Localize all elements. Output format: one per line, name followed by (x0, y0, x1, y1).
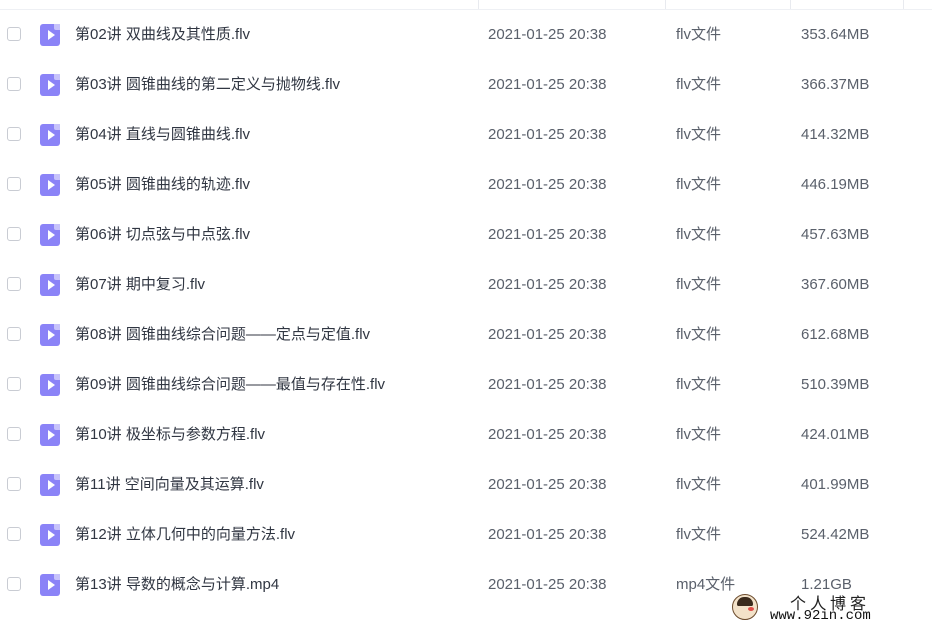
video-file-icon (40, 474, 60, 496)
row-checkbox[interactable] (7, 427, 21, 441)
file-row[interactable]: 第02讲 双曲线及其性质.flv 2021-01-25 20:38 flv文件 … (0, 10, 932, 60)
file-name[interactable]: 第03讲 圆锥曲线的第二定义与抛物线.flv (75, 75, 340, 95)
row-checkbox[interactable] (7, 527, 21, 541)
file-size: 401.99MB (801, 476, 870, 493)
file-date: 2021-01-25 20:38 (488, 576, 607, 593)
file-row[interactable]: 第08讲 圆锥曲线综合问题——定点与定值.flv 2021-01-25 20:3… (0, 310, 932, 360)
file-row[interactable]: 第10讲 极坐标与参数方程.flv 2021-01-25 20:38 flv文件… (0, 410, 932, 460)
file-type: flv文件 (676, 176, 722, 193)
file-type: flv文件 (676, 376, 722, 393)
file-name[interactable]: 第09讲 圆锥曲线综合问题——最值与存在性.flv (75, 375, 385, 395)
file-type: flv文件 (676, 526, 722, 543)
column-divider[interactable] (790, 0, 791, 9)
file-size: 353.64MB (801, 26, 870, 43)
file-row[interactable]: 第12讲 立体几何中的向量方法.flv 2021-01-25 20:38 flv… (0, 510, 932, 560)
video-file-icon (40, 574, 60, 596)
file-date: 2021-01-25 20:38 (488, 276, 607, 293)
file-size: 424.01MB (801, 426, 870, 443)
video-file-icon (40, 324, 60, 346)
row-checkbox[interactable] (7, 127, 21, 141)
file-name[interactable]: 第12讲 立体几何中的向量方法.flv (75, 525, 295, 545)
row-checkbox[interactable] (7, 77, 21, 91)
file-name[interactable]: 第13讲 导数的概念与计算.mp4 (75, 575, 279, 595)
file-row[interactable]: 第06讲 切点弦与中点弦.flv 2021-01-25 20:38 flv文件 … (0, 210, 932, 260)
file-name[interactable]: 第10讲 极坐标与参数方程.flv (75, 425, 265, 445)
row-checkbox[interactable] (7, 477, 21, 491)
row-checkbox[interactable] (7, 577, 21, 591)
file-date: 2021-01-25 20:38 (488, 126, 607, 143)
file-row[interactable]: 第05讲 圆锥曲线的轨迹.flv 2021-01-25 20:38 flv文件 … (0, 160, 932, 210)
file-type: flv文件 (676, 326, 722, 343)
file-row[interactable]: 第09讲 圆锥曲线综合问题——最值与存在性.flv 2021-01-25 20:… (0, 360, 932, 410)
file-date: 2021-01-25 20:38 (488, 426, 607, 443)
avatar-logo-icon (732, 594, 758, 620)
file-date: 2021-01-25 20:38 (488, 526, 607, 543)
file-name[interactable]: 第07讲 期中复习.flv (75, 275, 205, 295)
file-date: 2021-01-25 20:38 (488, 476, 607, 493)
file-row[interactable]: 第07讲 期中复习.flv 2021-01-25 20:38 flv文件 367… (0, 260, 932, 310)
file-name[interactable]: 第05讲 圆锥曲线的轨迹.flv (75, 175, 250, 195)
file-name[interactable]: 第11讲 空间向量及其运算.flv (75, 475, 264, 495)
video-file-icon (40, 124, 60, 146)
file-list-page: 第02讲 双曲线及其性质.flv 2021-01-25 20:38 flv文件 … (0, 0, 932, 632)
video-file-icon (40, 224, 60, 246)
row-checkbox[interactable] (7, 27, 21, 41)
file-date: 2021-01-25 20:38 (488, 26, 607, 43)
file-size: 524.42MB (801, 526, 870, 543)
video-file-icon (40, 274, 60, 296)
video-file-icon (40, 74, 60, 96)
row-checkbox[interactable] (7, 277, 21, 291)
blog-watermark: 个人博客 www.92in.com (732, 592, 922, 624)
file-type: flv文件 (676, 226, 722, 243)
list-header (0, 0, 932, 10)
row-checkbox[interactable] (7, 227, 21, 241)
video-file-icon (40, 424, 60, 446)
file-type: flv文件 (676, 126, 722, 143)
video-file-icon (40, 374, 60, 396)
video-file-icon (40, 524, 60, 546)
column-divider[interactable] (478, 0, 479, 9)
file-name[interactable]: 第08讲 圆锥曲线综合问题——定点与定值.flv (75, 325, 370, 345)
file-row[interactable]: 第03讲 圆锥曲线的第二定义与抛物线.flv 2021-01-25 20:38 … (0, 60, 932, 110)
file-size: 414.32MB (801, 126, 870, 143)
file-date: 2021-01-25 20:38 (488, 376, 607, 393)
file-type: mp4文件 (676, 576, 736, 593)
file-type: flv文件 (676, 426, 722, 443)
file-date: 2021-01-25 20:38 (488, 76, 607, 93)
watermark-url: www.92in.com (770, 608, 871, 624)
file-type: flv文件 (676, 276, 722, 293)
row-checkbox[interactable] (7, 327, 21, 341)
file-name[interactable]: 第04讲 直线与圆锥曲线.flv (75, 125, 250, 145)
file-size: 366.37MB (801, 76, 870, 93)
column-divider[interactable] (665, 0, 666, 9)
file-size: 367.60MB (801, 276, 870, 293)
row-checkbox[interactable] (7, 177, 21, 191)
file-date: 2021-01-25 20:38 (488, 176, 607, 193)
row-checkbox[interactable] (7, 377, 21, 391)
file-list: 第02讲 双曲线及其性质.flv 2021-01-25 20:38 flv文件 … (0, 10, 932, 610)
file-size: 612.68MB (801, 326, 870, 343)
file-size: 446.19MB (801, 176, 870, 193)
file-row[interactable]: 第11讲 空间向量及其运算.flv 2021-01-25 20:38 flv文件… (0, 460, 932, 510)
video-file-icon (40, 174, 60, 196)
file-size: 510.39MB (801, 376, 870, 393)
file-date: 2021-01-25 20:38 (488, 226, 607, 243)
file-name[interactable]: 第02讲 双曲线及其性质.flv (75, 25, 250, 45)
file-type: flv文件 (676, 476, 722, 493)
file-type: flv文件 (676, 26, 722, 43)
file-size: 457.63MB (801, 226, 870, 243)
file-name[interactable]: 第06讲 切点弦与中点弦.flv (75, 225, 250, 245)
file-date: 2021-01-25 20:38 (488, 326, 607, 343)
column-divider[interactable] (903, 0, 904, 9)
video-file-icon (40, 24, 60, 46)
file-row[interactable]: 第04讲 直线与圆锥曲线.flv 2021-01-25 20:38 flv文件 … (0, 110, 932, 160)
file-type: flv文件 (676, 76, 722, 93)
